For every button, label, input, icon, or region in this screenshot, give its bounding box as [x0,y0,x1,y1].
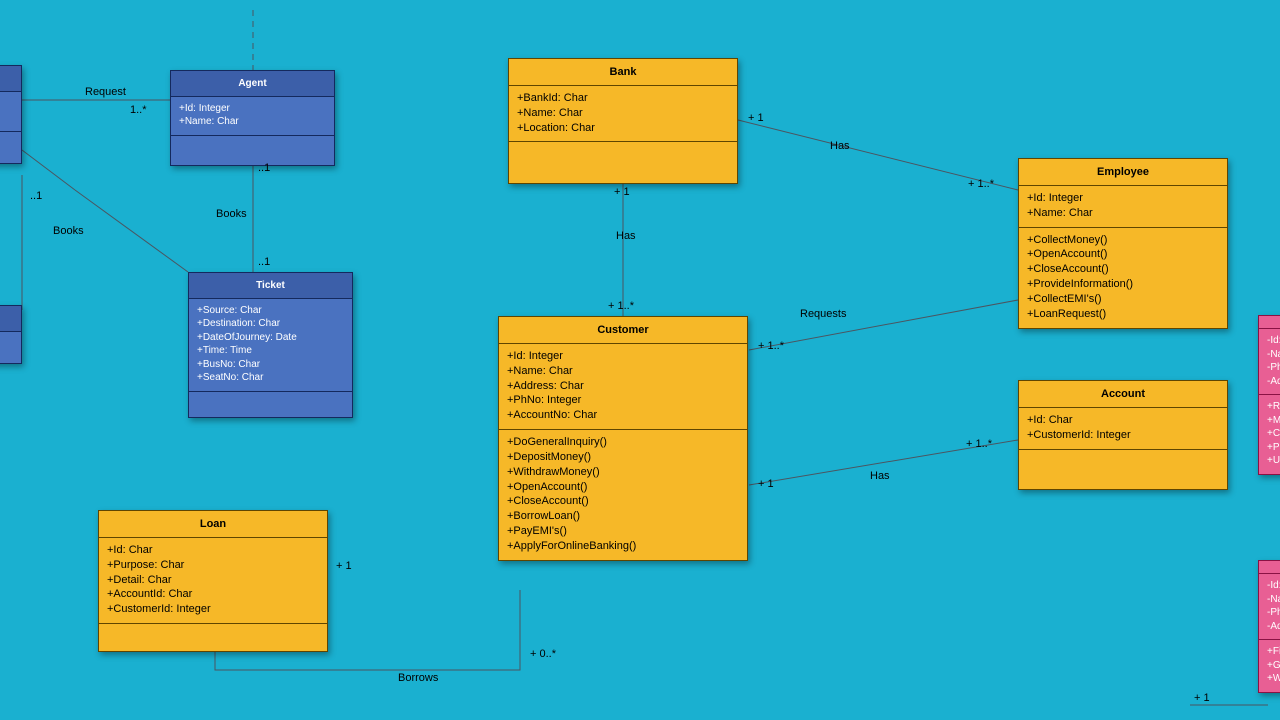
attr-section: +Id: Char +Purpose: Char +Detail: Char +… [98,538,328,624]
uml-class-account: Account +Id: Char +CustomerId: Integer [1018,380,1228,490]
uml-class-left-stub-a [0,65,22,164]
mult: 1..* [130,104,147,116]
uml-class-agent: Agent +Id: Integer +Name: Char [170,70,335,166]
attr-section: +BankId: Char +Name: Char +Location: Cha… [508,86,738,143]
mult: + 1..* [758,340,784,352]
mult: + 1..* [966,438,992,450]
mult: + 1 [336,560,352,572]
class-title: Bank [508,58,738,86]
uml-class-pink-a: -Id: Ch -Name: -PhNo: -Addre +Repair +Ma… [1258,315,1280,475]
attr-section: +Id: Char +CustomerId: Integer [1018,408,1228,450]
class-title [1258,315,1280,329]
uml-class-ticket: Ticket +Source: Char +Destination: Char … [188,272,353,418]
op-section: +Repair +Mainte +Check +Prepar +Update [1258,395,1280,475]
attr-section: -Id: Ch -Name: -PhNo: -Addre [1258,329,1280,395]
class-title [0,305,22,332]
class-title: Customer [498,316,748,344]
mult: ..1 [30,190,42,202]
op-section [170,136,335,166]
uml-class-pink-b: -Id: Ch -Name: -PhNo: -Addre +FillAd() +… [1258,560,1280,693]
attr-section: -Id: Ch -Name: -PhNo: -Addre [1258,574,1280,640]
mult: + 1 [748,112,764,124]
label-request: Request [85,86,126,98]
op-section: +DoGeneralInquiry() +DepositMoney() +Wit… [498,430,748,561]
class-title: Employee [1018,158,1228,186]
op-section: +FillAd() +GetLa() +Write() [1258,640,1280,693]
uml-class-left-stub-b [0,305,22,364]
mult: + 1 [758,478,774,490]
label-has-r: Has [870,470,890,482]
mult: ..1 [258,256,270,268]
attr-section: +Id: Integer +Name: Char +Address: Char … [498,344,748,430]
class-title: Ticket [188,272,353,299]
uml-class-customer: Customer +Id: Integer +Name: Char +Addre… [498,316,748,561]
class-title: Agent [170,70,335,97]
op-section [1018,450,1228,490]
op-section [98,624,328,652]
mult: + 1..* [968,178,994,190]
class-title [1258,560,1280,574]
class-title: Loan [98,510,328,538]
class-title: Account [1018,380,1228,408]
uml-class-employee: Employee +Id: Integer +Name: Char +Colle… [1018,158,1228,329]
class-title [0,65,22,92]
label-books-l: Books [53,225,84,237]
attr-section: +Source: Char +Destination: Char +DateOf… [188,299,353,392]
mult: + 1 [1194,692,1210,704]
uml-class-bank: Bank +BankId: Char +Name: Char +Location… [508,58,738,184]
mult: + 1..* [608,300,634,312]
label-books-r: Books [216,208,247,220]
attr-section: +Id: Integer +Name: Char [170,97,335,136]
mult: + 0..* [530,648,556,660]
op-section: +CollectMoney() +OpenAccount() +CloseAcc… [1018,228,1228,329]
label-borrows: Borrows [398,672,438,684]
op-section [508,142,738,184]
label-has-c: Has [616,230,636,242]
op-section [188,392,353,418]
attr-section: +Id: Integer +Name: Char [1018,186,1228,228]
mult: + 1 [614,186,630,198]
label-requests: Requests [800,308,846,320]
label-has-t: Has [830,140,850,152]
uml-class-loan: Loan +Id: Char +Purpose: Char +Detail: C… [98,510,328,652]
